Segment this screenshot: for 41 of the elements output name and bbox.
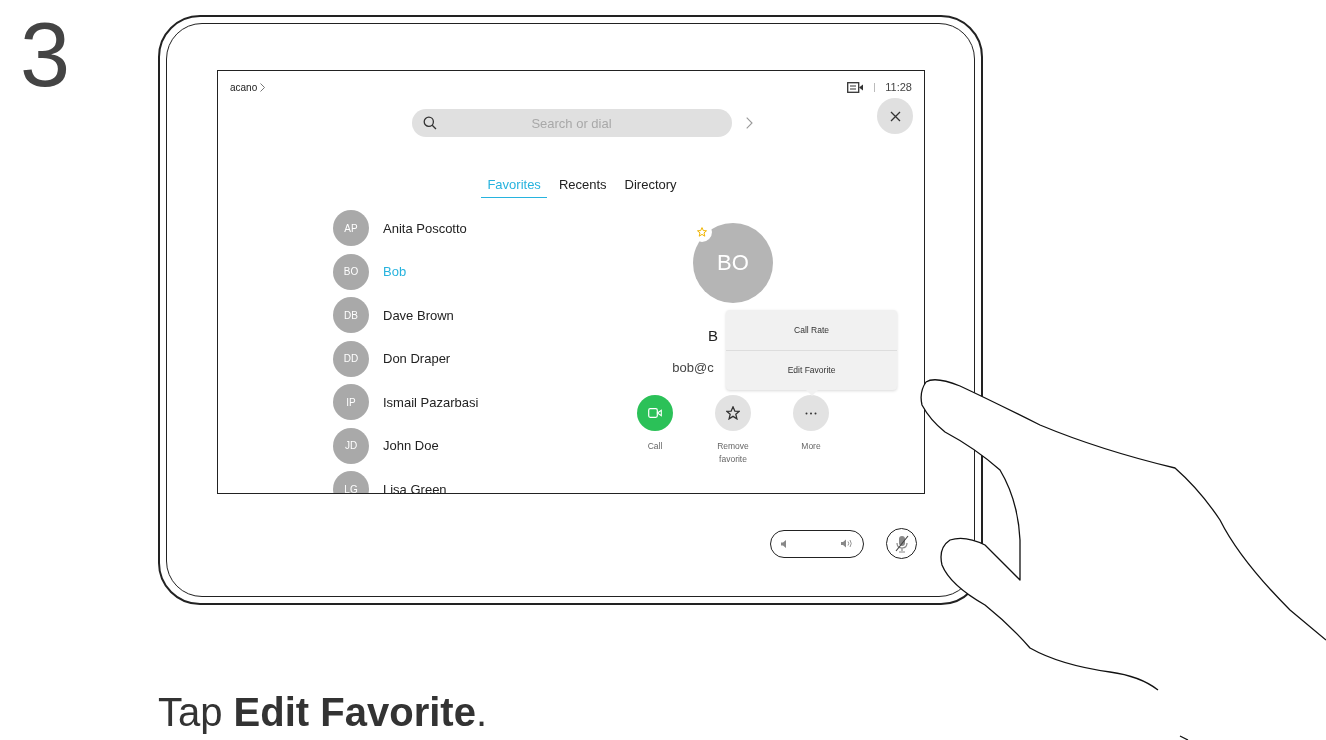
- action-label: More: [800, 440, 822, 453]
- contact-name[interactable]: Anita Poscotto: [383, 220, 467, 236]
- close-icon: [889, 110, 901, 122]
- step-number: 3: [20, 10, 71, 100]
- contact-name[interactable]: Don Draper: [383, 351, 451, 366]
- more-icon: [805, 411, 817, 415]
- avatar-initials: IP: [333, 384, 369, 420]
- contact-name[interactable]: Lisa Green: [383, 481, 447, 493]
- contact-name[interactable]: Dave Brown: [383, 307, 454, 323]
- close-button[interactable]: [877, 98, 913, 134]
- video-screen-icon: [847, 81, 865, 93]
- action-label: Remove favorite: [716, 440, 750, 466]
- avatar-initials: AP: [333, 210, 369, 246]
- avatar-initials: DD: [333, 340, 369, 377]
- call-button[interactable]: [637, 395, 673, 431]
- contact-name-heading: B: [708, 327, 718, 344]
- video-camera-icon: [648, 408, 662, 418]
- star-icon: [726, 406, 740, 420]
- contact-address: bob@c: [672, 360, 714, 375]
- volume-up-icon: [841, 539, 853, 548]
- instruction-text: Tap Edit Favorite.: [158, 690, 487, 734]
- brand-label: acano: [230, 81, 258, 93]
- microphone-button[interactable]: [886, 528, 917, 559]
- contact-avatar: BO: [693, 223, 773, 303]
- action-label: Call: [646, 440, 664, 453]
- search-field[interactable]: Search or dial: [411, 109, 732, 137]
- menu-item[interactable]: Edit Favorite: [726, 349, 897, 390]
- contact-name[interactable]: Ismail Pazarbasi: [383, 394, 479, 410]
- avatar-initials: DB: [333, 297, 369, 333]
- tab[interactable]: Directory: [618, 173, 683, 198]
- avatar-initials: BO: [333, 253, 369, 290]
- chevron-right-icon[interactable]: [745, 117, 753, 129]
- avatar-initials: LG: [333, 471, 369, 493]
- menu-item[interactable]: Call Rate: [726, 310, 897, 350]
- contact-name[interactable]: John Doe: [383, 438, 439, 453]
- avatar-initials: JD: [333, 427, 369, 464]
- clock-time: 11:28: [885, 81, 912, 93]
- volume-down-icon: [781, 539, 789, 548]
- chevron-right-icon: [260, 82, 266, 92]
- tab[interactable]: Recents: [552, 173, 613, 198]
- star-button[interactable]: [715, 395, 751, 431]
